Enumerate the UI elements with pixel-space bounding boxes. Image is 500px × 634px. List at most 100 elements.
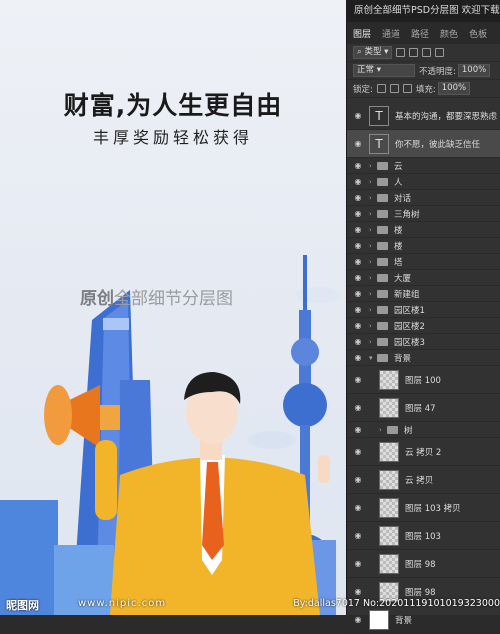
watermark-bold: 原创 bbox=[80, 289, 114, 309]
poster-subtitle: 丰厚奖励轻松获得 bbox=[92, 128, 253, 147]
layer-row[interactable]: ◉ › 楼 bbox=[347, 238, 500, 254]
expand-arrow-icon[interactable]: › bbox=[369, 210, 377, 218]
expand-arrow-icon[interactable]: › bbox=[369, 178, 377, 186]
layer-row[interactable]: ◉ › 园区楼1 bbox=[347, 302, 500, 318]
visibility-eye-icon[interactable]: ◉ bbox=[347, 241, 369, 250]
layer-row[interactable]: ◉ › 大厦 bbox=[347, 270, 500, 286]
tab-1[interactable]: 通道 bbox=[382, 27, 400, 40]
layer-row[interactable]: ◉ 图层 100 bbox=[347, 366, 500, 394]
visibility-eye-icon[interactable]: ◉ bbox=[347, 209, 369, 218]
lock-row: 锁定: 填充: 100% bbox=[347, 80, 500, 98]
folder-icon bbox=[377, 273, 388, 282]
expand-arrow-icon[interactable]: › bbox=[369, 322, 377, 330]
site-url: www.nipic.com bbox=[78, 598, 167, 609]
visibility-eye-icon[interactable]: ◉ bbox=[347, 447, 369, 456]
layer-name: 云 bbox=[394, 161, 403, 172]
visibility-eye-icon[interactable]: ◉ bbox=[347, 615, 369, 624]
layer-row[interactable]: ◉ T 你不愿，彼此缺乏信任 bbox=[347, 130, 500, 158]
layer-row[interactable]: ◉ › 树 bbox=[347, 422, 500, 438]
visibility-eye-icon[interactable]: ◉ bbox=[347, 337, 369, 346]
expand-arrow-icon[interactable]: › bbox=[369, 290, 377, 298]
layer-row[interactable]: ◉ 图层 47 bbox=[347, 394, 500, 422]
lock-label: 锁定: bbox=[353, 84, 373, 95]
layer-row[interactable]: ◉ T 基本的沟通，都要深思熟虑 bbox=[347, 102, 500, 130]
text-filter-icon[interactable] bbox=[422, 48, 432, 57]
visibility-eye-icon[interactable]: ◉ bbox=[347, 353, 369, 362]
layer-row[interactable]: ◉ › 三角树 bbox=[347, 206, 500, 222]
folder-icon bbox=[377, 209, 388, 218]
shape-filter-icon[interactable] bbox=[435, 48, 445, 57]
opacity-field[interactable]: 100% bbox=[457, 64, 491, 77]
layer-name: 背景 bbox=[394, 353, 412, 364]
layer-row[interactable]: ◉ › 新建组 bbox=[347, 286, 500, 302]
layer-row[interactable]: ◉ › 园区楼3 bbox=[347, 334, 500, 350]
expand-arrow-icon[interactable]: › bbox=[369, 338, 377, 346]
layer-row[interactable]: ◉ › 园区楼2 bbox=[347, 318, 500, 334]
layer-list: ◉ T 基本的沟通，都要深思熟虑 ◉ T 你不愿，彼此缺乏信任 ◉ › 云 ◉ › 人 ◉ › 对话 ◉ › 三角… bbox=[347, 102, 500, 634]
expand-arrow-icon[interactable]: › bbox=[369, 258, 377, 266]
expand-arrow-icon[interactable]: › bbox=[369, 242, 377, 250]
visibility-eye-icon[interactable]: ◉ bbox=[347, 403, 369, 412]
visibility-eye-icon[interactable]: ◉ bbox=[347, 177, 369, 186]
tab-2[interactable]: 路径 bbox=[411, 27, 429, 40]
adjust-filter-icon[interactable] bbox=[409, 48, 419, 57]
layer-name: 图层 98 bbox=[405, 559, 436, 570]
layer-row[interactable]: ◉ ▾ 背景 bbox=[347, 350, 500, 366]
layer-name: 背景 bbox=[395, 615, 413, 626]
visibility-eye-icon[interactable]: ◉ bbox=[347, 111, 369, 120]
layer-name: 楼 bbox=[394, 225, 403, 236]
filter-select[interactable]: ⌕ 类型 ▾ bbox=[353, 46, 393, 59]
lock-all-icon[interactable] bbox=[402, 84, 412, 93]
image-filter-icon[interactable] bbox=[396, 48, 406, 57]
lock-position-icon[interactable] bbox=[389, 84, 399, 93]
layer-row[interactable]: ◉ › 人 bbox=[347, 174, 500, 190]
visibility-eye-icon[interactable]: ◉ bbox=[347, 289, 369, 298]
visibility-eye-icon[interactable]: ◉ bbox=[347, 425, 369, 434]
visibility-eye-icon[interactable]: ◉ bbox=[347, 375, 369, 384]
layer-row[interactable]: ◉ › 对话 bbox=[347, 190, 500, 206]
visibility-eye-icon[interactable]: ◉ bbox=[347, 193, 369, 202]
visibility-eye-icon[interactable]: ◉ bbox=[347, 503, 369, 512]
visibility-eye-icon[interactable]: ◉ bbox=[347, 475, 369, 484]
layer-name: 对话 bbox=[394, 193, 412, 204]
lock-pixels-icon[interactable] bbox=[376, 84, 386, 93]
fill-field[interactable]: 100% bbox=[437, 82, 471, 95]
expand-arrow-icon[interactable]: › bbox=[369, 306, 377, 314]
layer-row[interactable]: ◉ 图层 98 bbox=[347, 550, 500, 578]
visibility-eye-icon[interactable]: ◉ bbox=[347, 321, 369, 330]
layer-name: 图层 103 bbox=[405, 531, 441, 542]
visibility-eye-icon[interactable]: ◉ bbox=[347, 161, 369, 170]
visibility-eye-icon[interactable]: ◉ bbox=[347, 273, 369, 282]
layer-row[interactable]: ◉ 云 拷贝 bbox=[347, 466, 500, 494]
expand-arrow-icon[interactable]: ▾ bbox=[369, 354, 377, 362]
visibility-eye-icon[interactable]: ◉ bbox=[347, 305, 369, 314]
layer-row[interactable]: ◉ › 云 bbox=[347, 158, 500, 174]
expand-arrow-icon[interactable]: › bbox=[369, 274, 377, 282]
layer-name: 园区楼1 bbox=[394, 305, 425, 316]
layer-row[interactable]: ◉ 背景 bbox=[347, 606, 500, 634]
visibility-eye-icon[interactable]: ◉ bbox=[347, 531, 369, 540]
layer-name: 三角树 bbox=[394, 209, 420, 220]
layer-row[interactable]: ◉ 图层 103 bbox=[347, 522, 500, 550]
visibility-eye-icon[interactable]: ◉ bbox=[347, 139, 369, 148]
expand-arrow-icon[interactable]: › bbox=[369, 226, 377, 234]
layer-row[interactable]: ◉ 图层 103 拷贝 bbox=[347, 494, 500, 522]
expand-arrow-icon[interactable]: › bbox=[369, 162, 377, 170]
layer-row[interactable]: ◉ › 楼 bbox=[347, 222, 500, 238]
visibility-eye-icon[interactable]: ◉ bbox=[347, 225, 369, 234]
layer-row[interactable]: ◉ 云 拷贝 2 bbox=[347, 438, 500, 466]
layer-name: 楼 bbox=[394, 241, 403, 252]
layer-row[interactable]: ◉ › 塔 bbox=[347, 254, 500, 270]
tab-3[interactable]: 颜色 bbox=[440, 27, 458, 40]
visibility-eye-icon[interactable]: ◉ bbox=[347, 257, 369, 266]
tab-4[interactable]: 色板 bbox=[469, 27, 487, 40]
visibility-eye-icon[interactable]: ◉ bbox=[347, 587, 369, 596]
folder-icon bbox=[377, 353, 388, 362]
layer-name: 图层 103 拷贝 bbox=[405, 503, 461, 514]
tab-0[interactable]: 图层 bbox=[353, 27, 371, 40]
layer-name: 人 bbox=[394, 177, 403, 188]
expand-arrow-icon[interactable]: › bbox=[369, 194, 377, 202]
blend-mode-select[interactable]: 正常 ▾ bbox=[353, 64, 415, 77]
visibility-eye-icon[interactable]: ◉ bbox=[347, 559, 369, 568]
expand-arrow-icon[interactable]: › bbox=[379, 426, 387, 434]
